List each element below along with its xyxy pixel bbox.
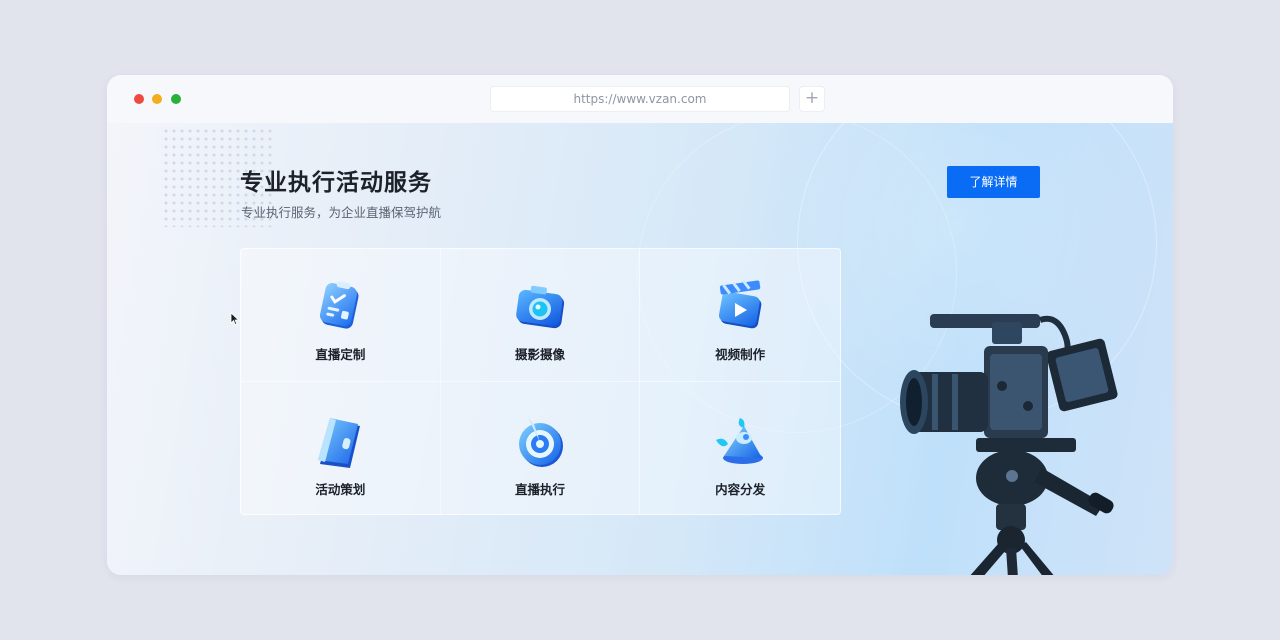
page-title: 专业执行活动服务 (240, 170, 432, 196)
service-card-video-production[interactable]: 视频制作 (640, 249, 840, 382)
target-icon (518, 417, 563, 467)
camera-icon (516, 285, 565, 329)
service-card-live-execution[interactable]: 直播执行 (441, 381, 641, 514)
minimize-window-button[interactable] (152, 94, 162, 104)
camera-on-tripod-image (900, 314, 1118, 575)
service-label: 摄影摄像 (514, 347, 565, 362)
service-card-photography[interactable]: 摄影摄像 (440, 249, 641, 382)
page-subtitle: 专业执行服务，为企业直播保驾护航 (241, 205, 442, 220)
share-cone-icon (716, 417, 764, 464)
mouse-cursor-icon (230, 312, 240, 326)
address-bar[interactable]: https://www.vzan.com (490, 86, 790, 112)
service-card-event-planning[interactable]: 活动策划 (241, 381, 441, 514)
video-clapper-icon (719, 279, 762, 329)
service-card-live-custom[interactable]: 直播定制 (241, 249, 441, 382)
service-card-content-distribution[interactable]: 内容分发 (640, 382, 840, 515)
clipboard-icon (320, 281, 359, 329)
close-window-button[interactable] (134, 94, 144, 104)
service-label: 直播定制 (315, 347, 366, 362)
maximize-window-button[interactable] (171, 94, 181, 104)
browser-chrome: https://www.vzan.com + (107, 75, 1173, 123)
services-grid: 直播定制 摄影摄像 视频制作 活动策划 直播执行 内容分发 (240, 248, 841, 515)
page-content: 专业执行活动服务 专业执行服务，为企业直播保驾护航 了解详情 直播定制 摄影摄像… (107, 123, 1173, 575)
service-label: 视频制作 (715, 347, 766, 362)
learn-more-button[interactable]: 了解详情 (947, 166, 1040, 198)
service-label: 直播执行 (514, 481, 565, 497)
browser-window: https://www.vzan.com + 专业执行活动服务 专业执行服务，为… (107, 75, 1173, 575)
new-tab-button[interactable]: + (799, 86, 825, 112)
service-label: 内容分发 (715, 481, 766, 497)
notebook-icon (318, 417, 361, 468)
service-label: 活动策划 (315, 481, 366, 497)
